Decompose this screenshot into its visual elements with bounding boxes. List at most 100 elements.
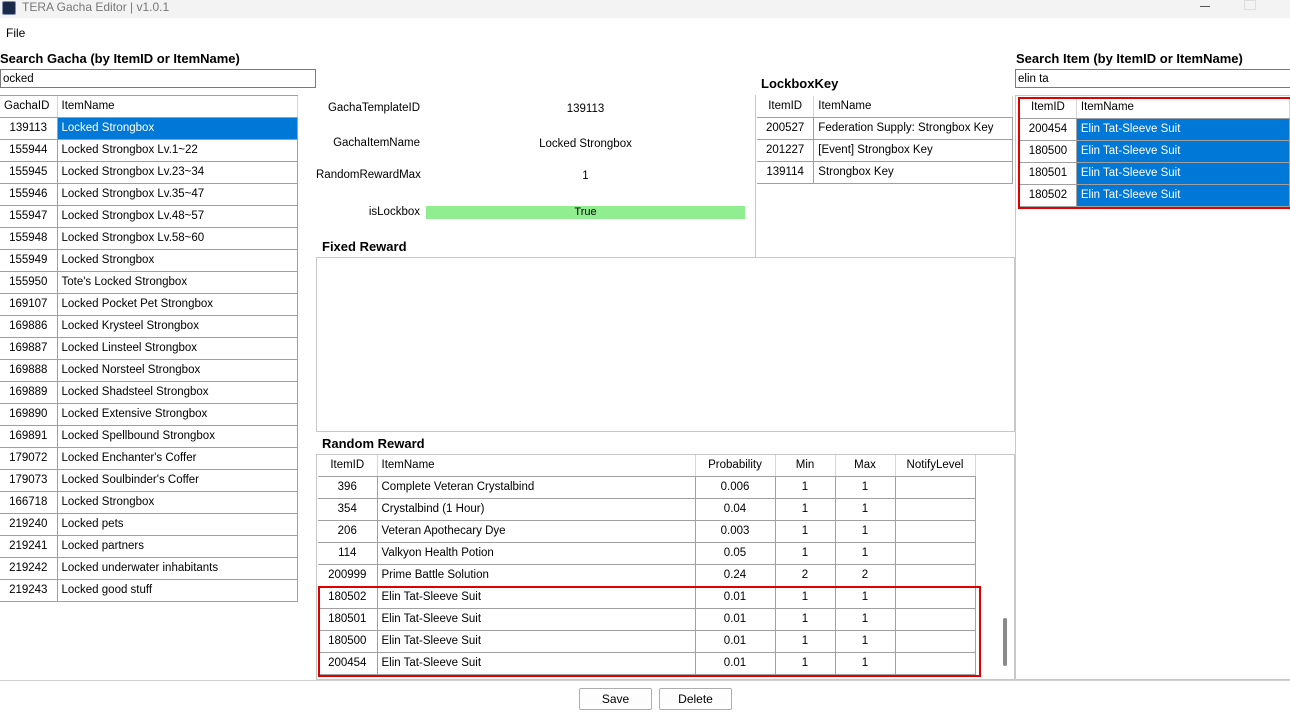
table-cell[interactable]: 1	[835, 586, 896, 609]
table-cell[interactable]: 219242	[0, 557, 58, 580]
table-cell[interactable]	[895, 608, 976, 631]
table-cell[interactable]: Elin Tat-Sleeve Suit	[377, 652, 696, 675]
table-cell[interactable]: Locked partners	[57, 535, 298, 558]
table-cell[interactable]	[895, 520, 976, 543]
table-row[interactable]: 200527 Federation Supply: Strongbox Key	[757, 117, 1013, 140]
table-cell[interactable]: 169888	[0, 359, 58, 382]
table-cell[interactable]: Valkyon Health Potion	[377, 542, 696, 565]
table-cell[interactable]	[895, 564, 976, 587]
table-cell[interactable]: Locked Soulbinder's Coffer	[57, 469, 298, 492]
table-cell[interactable]: 1	[775, 608, 836, 631]
table-row[interactable]: 180502 Elin Tat-Sleeve Suit	[1020, 184, 1290, 207]
table-cell[interactable]: 2	[775, 564, 836, 587]
table-cell[interactable]: 169887	[0, 337, 58, 360]
column-header[interactable]: ItemName	[813, 96, 1013, 118]
table-row[interactable]: 219243 Locked good stuff	[0, 579, 298, 602]
table-cell[interactable]: 1	[775, 520, 836, 543]
column-header[interactable]: Min	[775, 455, 836, 477]
table-cell[interactable]: 180500	[318, 630, 378, 653]
table-row[interactable]: 155946 Locked Strongbox Lv.35~47	[0, 183, 298, 206]
table-row[interactable]: 179073 Locked Soulbinder's Coffer	[0, 469, 298, 492]
table-row[interactable]: 180500 Elin Tat-Sleeve Suit 0.01 1 1	[318, 630, 976, 653]
column-header[interactable]: NotifyLevel	[895, 455, 976, 477]
table-cell[interactable]: Locked Strongbox Lv.23~34	[57, 161, 298, 184]
column-header[interactable]: ItemID	[757, 96, 815, 118]
column-header[interactable]: ItemName	[1076, 97, 1290, 119]
table-cell[interactable]: 219243	[0, 579, 58, 602]
table-cell[interactable]: 1	[775, 498, 836, 521]
table-cell[interactable]: Locked Linsteel Strongbox	[57, 337, 298, 360]
table-row[interactable]: 155949 Locked Strongbox	[0, 249, 298, 272]
table-cell[interactable]: 0.01	[695, 586, 776, 609]
table-cell[interactable]: 0.003	[695, 520, 776, 543]
table-row[interactable]: 169887 Locked Linsteel Strongbox	[0, 337, 298, 360]
table-cell[interactable]: 201227	[757, 139, 815, 162]
table-row[interactable]: 396 Complete Veteran Crystalbind 0.006 1 1	[318, 476, 976, 499]
table-cell[interactable]: Elin Tat-Sleeve Suit	[1076, 162, 1290, 185]
save-button[interactable]: Save	[579, 688, 652, 710]
column-header[interactable]: GachaID	[0, 96, 58, 118]
table-cell[interactable]: 169107	[0, 293, 58, 316]
table-cell[interactable]: Complete Veteran Crystalbind	[377, 476, 696, 499]
table-row[interactable]: 180502 Elin Tat-Sleeve Suit 0.01 1 1	[318, 586, 976, 609]
table-cell[interactable]: Locked Strongbox Lv.35~47	[57, 183, 298, 206]
table-row[interactable]: 155947 Locked Strongbox Lv.48~57	[0, 205, 298, 228]
table-cell[interactable]: 155947	[0, 205, 58, 228]
table-cell[interactable]: Locked Strongbox	[57, 249, 298, 272]
table-cell[interactable]: Elin Tat-Sleeve Suit	[1076, 184, 1290, 207]
table-row[interactable]: 139113 Locked Strongbox	[0, 117, 298, 140]
gacha-search-input[interactable]	[0, 69, 316, 88]
column-header[interactable]: Max	[835, 455, 896, 477]
table-cell[interactable]: 1	[775, 476, 836, 499]
table-cell[interactable]: Locked Enchanter's Coffer	[57, 447, 298, 470]
table-cell[interactable]: 180501	[318, 608, 378, 631]
table-row[interactable]: 206 Veteran Apothecary Dye 0.003 1 1	[318, 520, 976, 543]
table-cell[interactable]: Elin Tat-Sleeve Suit	[1076, 140, 1290, 163]
table-row[interactable]: 201227 [Event] Strongbox Key	[757, 139, 1013, 162]
table-cell[interactable]: Locked Strongbox Lv.58~60	[57, 227, 298, 250]
table-cell[interactable]: 200527	[757, 117, 815, 140]
table-cell[interactable]: 1	[775, 630, 836, 653]
table-cell[interactable]: 155948	[0, 227, 58, 250]
table-cell[interactable]: Tote's Locked Strongbox	[57, 271, 298, 294]
table-cell[interactable]: 1	[835, 498, 896, 521]
random-reward-grid[interactable]: ItemID ItemName Probability Min Max Noti…	[318, 455, 976, 677]
table-cell[interactable]: 0.01	[695, 630, 776, 653]
table-row[interactable]: 166718 Locked Strongbox	[0, 491, 298, 514]
table-cell[interactable]: Locked Strongbox	[57, 491, 298, 514]
table-row[interactable]: 180501 Elin Tat-Sleeve Suit	[1020, 162, 1290, 185]
table-cell[interactable]: Elin Tat-Sleeve Suit	[1076, 118, 1290, 141]
table-row[interactable]: 354 Crystalbind (1 Hour) 0.04 1 1	[318, 498, 976, 521]
table-cell[interactable]: 169886	[0, 315, 58, 338]
table-cell[interactable]: 219241	[0, 535, 58, 558]
table-cell[interactable]: [Event] Strongbox Key	[813, 139, 1013, 162]
table-cell[interactable]: 200454	[1020, 118, 1077, 141]
delete-button[interactable]: Delete	[659, 688, 732, 710]
table-cell[interactable]: 180501	[1020, 162, 1077, 185]
table-cell[interactable]: Locked Extensive Strongbox	[57, 403, 298, 426]
table-cell[interactable]: 206	[318, 520, 378, 543]
table-cell[interactable]: Locked pets	[57, 513, 298, 536]
column-header[interactable]: ItemName	[57, 96, 298, 118]
table-row[interactable]: 155945 Locked Strongbox Lv.23~34	[0, 161, 298, 184]
table-cell[interactable]: 396	[318, 476, 378, 499]
table-cell[interactable]: 1	[835, 542, 896, 565]
table-cell[interactable]: 155950	[0, 271, 58, 294]
table-cell[interactable]: 1	[775, 652, 836, 675]
table-row[interactable]: 139114 Strongbox Key	[757, 161, 1013, 184]
item-search-grid[interactable]: ItemID ItemName 200454 Elin Tat-Sleeve Su…	[1020, 97, 1290, 207]
gacha-grid[interactable]: GachaID ItemName 139113 Locked Strongbox 1…	[0, 95, 298, 680]
table-cell[interactable]: Locked Strongbox	[57, 117, 298, 140]
table-cell[interactable]: 179072	[0, 447, 58, 470]
table-cell[interactable]	[895, 476, 976, 499]
table-cell[interactable]: 0.05	[695, 542, 776, 565]
table-row[interactable]: 219241 Locked partners	[0, 535, 298, 558]
table-cell[interactable]: 1	[835, 608, 896, 631]
maximize-icon[interactable]	[1244, 0, 1256, 10]
table-cell[interactable]: 0.01	[695, 652, 776, 675]
table-cell[interactable]: 1	[835, 630, 896, 653]
table-cell[interactable]	[895, 542, 976, 565]
table-cell[interactable]: 139114	[757, 161, 815, 184]
table-cell[interactable]: 166718	[0, 491, 58, 514]
table-row[interactable]: 219240 Locked pets	[0, 513, 298, 536]
